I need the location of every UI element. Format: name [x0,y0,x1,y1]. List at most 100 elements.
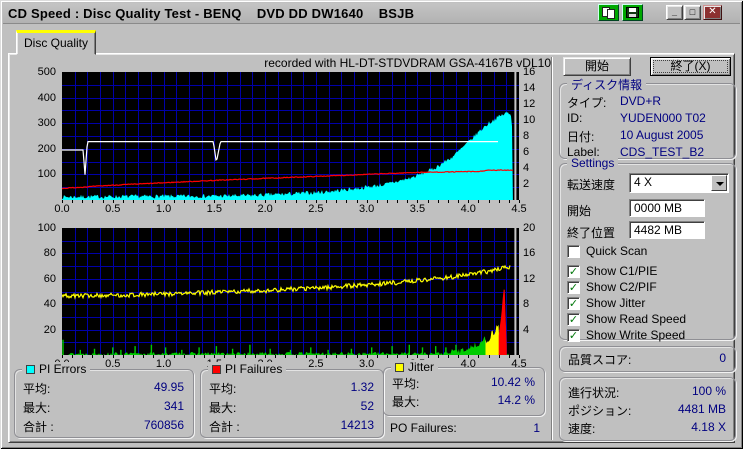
panel-divider [551,57,553,440]
axis-tick-label: 0.5 [105,203,121,215]
checkbox-label: Show C1/PIE [586,264,658,278]
end-pos-label: 終了位置 [567,226,616,240]
end-pos-value: 4482 MB [634,223,683,237]
speed-select[interactable]: 4 X [629,173,729,193]
axis-tick-label: 100 [37,168,56,181]
maximize-button[interactable]: □ [684,5,701,20]
axis-tick-label: 16 [523,247,536,260]
axis-tick-label: 14 [523,82,536,94]
start-pos-input[interactable]: 0000 MB [629,199,705,217]
axis-tick-label: 12 [523,98,536,110]
minimize-button[interactable]: _ [666,5,683,20]
max-label: 最大: [23,401,51,415]
disc-info-row: ID: YUDEN000 T02 [567,111,729,125]
progress-row: 進行状況: 100 % [568,384,726,401]
chevron-down-icon[interactable] [711,175,727,191]
checkbox-label: Show Jitter [586,296,646,310]
axis-tick-label: 80 [43,247,56,260]
max-label: 最大: [392,395,420,409]
speed-label: 速度: [568,422,596,436]
exit-button[interactable]: 終了(X) [650,57,731,76]
checkbox-box[interactable]: ✓ [567,244,580,258]
axis-tick-label: 10 [523,114,536,126]
top-chart-right-axis: 2 4 6 8 10 12 14 16 [521,66,547,200]
checkbox-label: Quick Scan [586,244,648,258]
recorded-with-text: recorded with HL-DT-STDVDRAM GSA-4167B v… [264,56,551,70]
disc-info-row: タイプ: DVD+R [567,94,729,111]
checkbox-box[interactable]: ✓ [567,264,580,278]
axis-tick-label: 2.0 [257,203,273,215]
checkbox-box[interactable]: ✓ [567,312,580,326]
check-icon: ✓ [568,281,579,294]
checkbox-show-read-speed[interactable]: ✓ Show Read Speed [567,312,686,326]
axis-tick-label: 12 [523,272,536,285]
progress-value: 100 % [691,384,726,398]
checkbox-box[interactable]: ✓ [567,328,580,342]
axis-tick-label: 20 [523,222,536,234]
window-title: CD Speed : Disc Quality Test - BENQ DVD … [8,5,415,21]
jitter-label: Jitter [408,360,435,374]
axis-tick-label: 4 [523,323,530,336]
axis-tick-label: 2 [523,178,530,190]
checkbox-show-c2-pif[interactable]: ✓ Show C2/PIF [567,280,657,294]
floppy-label [629,14,636,17]
top-chart-x-axis: 0.0 0.5 1.0 1.5 2.0 2.5 3.0 3.5 4.0 4.5 [54,203,532,215]
speed-row: 速度: 4.18 X [568,420,726,437]
checkbox-box[interactable]: ✓ [567,280,580,294]
quality-score-value: 0 [719,351,726,365]
speed-value: 4.18 X [691,420,726,434]
checkbox-quick-scan[interactable]: ✓ Quick Scan [567,244,647,258]
type-label: タイプ: [567,96,607,110]
start-pos-label: 開始 [567,204,592,218]
app-window: CD Speed : Disc Quality Test - BENQ DVD … [0,0,743,449]
checkbox-show-write-speed[interactable]: ✓ Show Write Speed [567,328,685,342]
copy-icon[interactable] [598,4,619,21]
stat-row: 最大: 14.2 % [392,393,535,410]
stat-row: 合計 : 760856 [23,418,184,435]
avg-value: 49.95 [153,380,184,394]
total-value: 14213 [340,418,374,432]
top-chart-left-axis: 100 200 300 400 500 [18,66,58,200]
label-value: CDS_TEST_B2 [620,145,705,159]
stat-row: 平均: 1.32 [209,380,374,397]
stat-row: 平均: 10.42 % [392,375,535,392]
checkbox-show-c1-pie[interactable]: ✓ Show C1/PIE [567,264,657,278]
stat-row: 最大: 341 [23,399,184,416]
pif-jitter-chart [61,228,519,355]
disc-info-row: 日付: 10 August 2005 [567,128,729,145]
start-pos-value: 0000 MB [634,201,683,215]
type-value: DVD+R [620,94,662,108]
checkbox-label: Show C2/PIF [586,280,657,294]
stat-row: 平均: 49.95 [23,380,184,397]
disc-info-title: ディスク情報 [567,76,647,93]
axis-tick-label: 1.5 [206,203,222,215]
tab-disc-quality[interactable]: Disc Quality [16,30,96,55]
axis-tick-label: 8 [523,130,530,142]
save-floppy-icon[interactable] [622,4,643,21]
end-pos-input[interactable]: 4482 MB [629,221,705,239]
axis-tick-label: 0.0 [54,203,70,215]
axis-tick-label: 1.0 [155,203,172,215]
checkbox-box[interactable]: ✓ [567,296,580,310]
axis-tick-label: 16 [523,66,536,78]
pi-errors-label: PI Errors [39,362,87,376]
stat-row: 合計 : 14213 [209,418,374,435]
check-icon: ✓ [568,329,579,342]
axis-tick-label: 40 [43,298,56,311]
checkbox-show-jitter[interactable]: ✓ Show Jitter [567,296,645,310]
max-value: 14.2 % [497,393,535,407]
disc-info-group: ディスク情報 タイプ: DVD+R ID: YUDEN000 T02 日付: 1… [559,76,736,159]
avg-label: 平均: [209,382,237,396]
check-icon: ✓ [568,297,579,310]
avg-value: 1.32 [350,380,374,394]
start-button[interactable]: 開始 [563,57,631,76]
axis-tick-label: 100 [37,222,56,234]
close-button[interactable]: ✕ [703,5,722,20]
jitter-title: Jitter [391,360,439,374]
settings-group: Settings 転送速度 4 X 開始 0000 MB 終了位置 4482 M… [559,156,736,342]
total-value: 760856 [143,418,184,432]
position-label: ポジション: [568,404,632,418]
po-failures-value: 1 [533,421,540,435]
po-failures-row: PO Failures: 1 [390,421,540,435]
axis-tick-label: 4.0 [460,203,476,215]
